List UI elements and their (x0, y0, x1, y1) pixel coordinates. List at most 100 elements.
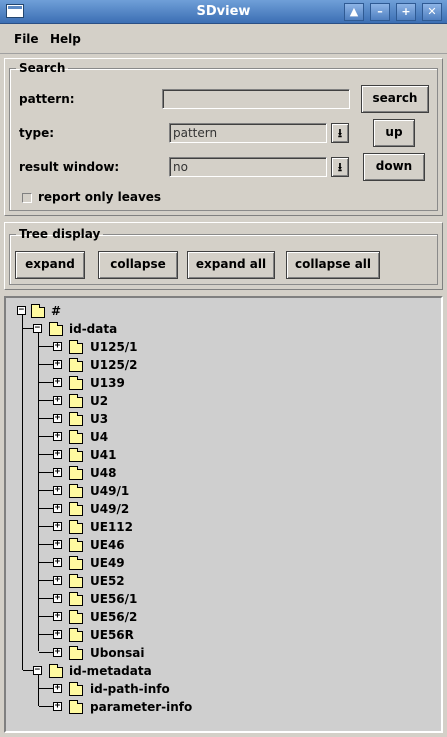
tree-node-item[interactable]: UE56/1 (90, 592, 137, 606)
expand-all-button[interactable]: expand all (187, 251, 275, 279)
folder-icon (69, 466, 83, 480)
expand-node-icon[interactable]: + (53, 594, 62, 603)
expand-node-icon[interactable]: + (53, 612, 62, 621)
folder-icon (69, 502, 83, 516)
folder-icon (69, 340, 83, 354)
tree-guide-line (39, 436, 53, 437)
tree-node-id-metadata[interactable]: id-metadata (69, 664, 152, 678)
tree-node-item[interactable]: UE52 (90, 574, 125, 588)
tree-guide-line (23, 328, 33, 329)
tree-view[interactable]: − # − id-data + U125/1 + U125/2 + U139 + U2 + U3 +… (4, 296, 443, 733)
tree-guide-line (39, 508, 53, 509)
folder-icon (69, 376, 83, 390)
folder-icon (69, 610, 83, 624)
collapse-all-button[interactable]: collapse all (286, 251, 380, 279)
search-button[interactable]: search (361, 85, 429, 113)
expand-node-icon[interactable]: + (53, 684, 62, 693)
tree-node-item[interactable]: U49/1 (90, 484, 129, 498)
tree-node-item[interactable]: U2 (90, 394, 108, 408)
up-button[interactable]: up (373, 119, 415, 147)
tree-guide-line (22, 313, 23, 670)
shade-icon[interactable]: ▲ (344, 3, 364, 21)
result-window-dropdown-icon[interactable]: ⭳ (331, 157, 349, 177)
collapse-root-icon[interactable]: − (17, 306, 26, 315)
tree-guide-line (39, 706, 53, 707)
tree-display-panel: Tree display expand collapse expand all … (4, 222, 443, 290)
type-select[interactable]: pattern (169, 123, 327, 143)
tree-node-item[interactable]: U49/2 (90, 502, 129, 516)
tree-node-item[interactable]: U125/2 (90, 358, 138, 372)
folder-icon (69, 520, 83, 534)
expand-node-icon[interactable]: + (53, 342, 62, 351)
expand-node-icon[interactable]: + (53, 648, 62, 657)
title-bar[interactable]: SDview ▲ – + ✕ (0, 0, 447, 24)
expand-node-icon[interactable]: + (53, 450, 62, 459)
folder-icon (69, 448, 83, 462)
menu-help[interactable]: Help (50, 32, 81, 46)
tree-node-item[interactable]: U3 (90, 412, 108, 426)
tree-guide-line (39, 616, 53, 617)
tree-node-item[interactable]: U139 (90, 376, 125, 390)
tree-node-item[interactable]: UE112 (90, 520, 133, 534)
folder-icon (69, 430, 83, 444)
expand-node-icon[interactable]: + (53, 630, 62, 639)
minimize-icon[interactable]: – (370, 3, 390, 21)
expand-node-icon[interactable]: + (53, 504, 62, 513)
maximize-icon[interactable]: + (396, 3, 416, 21)
tree-node-item[interactable]: UE56/2 (90, 610, 137, 624)
folder-icon (69, 538, 83, 552)
expand-node-icon[interactable]: + (53, 396, 62, 405)
type-dropdown-icon[interactable]: ⭳ (331, 123, 349, 143)
expand-node-icon[interactable]: + (53, 432, 62, 441)
folder-icon (69, 394, 83, 408)
tree-display-legend: Tree display (19, 227, 101, 241)
report-leaves-checkbox[interactable] (22, 193, 32, 203)
expand-node-icon[interactable]: + (53, 558, 62, 567)
expand-node-icon[interactable]: + (53, 360, 62, 369)
expand-node-icon[interactable]: + (53, 378, 62, 387)
tree-node-item[interactable]: UE46 (90, 538, 125, 552)
tree-guide-line (39, 688, 53, 689)
pattern-label: pattern: (19, 92, 75, 106)
down-button[interactable]: down (363, 153, 425, 181)
expand-node-icon[interactable]: + (53, 576, 62, 585)
tree-node-item[interactable]: U125/1 (90, 340, 138, 354)
tree-node-id-data[interactable]: id-data (69, 322, 117, 336)
tree-node-item[interactable]: Ubonsai (90, 646, 144, 660)
folder-icon (69, 646, 83, 660)
expand-node-icon[interactable]: + (53, 414, 62, 423)
tree-guide-line (38, 674, 39, 706)
tree-node-item[interactable]: id-path-info (90, 682, 170, 696)
folder-open-icon (49, 322, 63, 336)
tree-node-item[interactable]: U48 (90, 466, 116, 480)
tree-node-item[interactable]: UE56R (90, 628, 134, 642)
expand-node-icon[interactable]: + (53, 702, 62, 711)
collapse-button[interactable]: collapse (98, 251, 178, 279)
tree-guide-line (39, 382, 53, 383)
menu-file[interactable]: File (14, 32, 39, 46)
tree-guide-line (39, 652, 53, 653)
result-window-select[interactable]: no (169, 157, 327, 177)
tree-node-item[interactable]: U4 (90, 430, 108, 444)
expand-node-icon[interactable]: + (53, 486, 62, 495)
tree-guide-line (39, 490, 53, 491)
tree-guide-line (39, 400, 53, 401)
tree-guide-line (23, 670, 33, 671)
tree-guide-line (39, 454, 53, 455)
expand-node-icon[interactable]: + (53, 468, 62, 477)
tree-guide-line (39, 544, 53, 545)
search-panel: Search pattern: search type: pattern ⭳ u… (4, 58, 443, 216)
expand-node-icon[interactable]: + (53, 540, 62, 549)
expand-node-icon[interactable]: + (53, 522, 62, 531)
expand-button[interactable]: expand (15, 251, 85, 279)
menu-bar: File Help (0, 24, 447, 54)
tree-node-root[interactable]: # (51, 304, 61, 318)
tree-guide-line (39, 634, 53, 635)
tree-guide-line (39, 580, 53, 581)
pattern-input[interactable] (162, 89, 350, 109)
tree-guide-line (38, 332, 39, 651)
tree-node-item[interactable]: parameter-info (90, 700, 192, 714)
tree-node-item[interactable]: U41 (90, 448, 116, 462)
tree-node-item[interactable]: UE49 (90, 556, 125, 570)
close-icon[interactable]: ✕ (422, 3, 442, 21)
